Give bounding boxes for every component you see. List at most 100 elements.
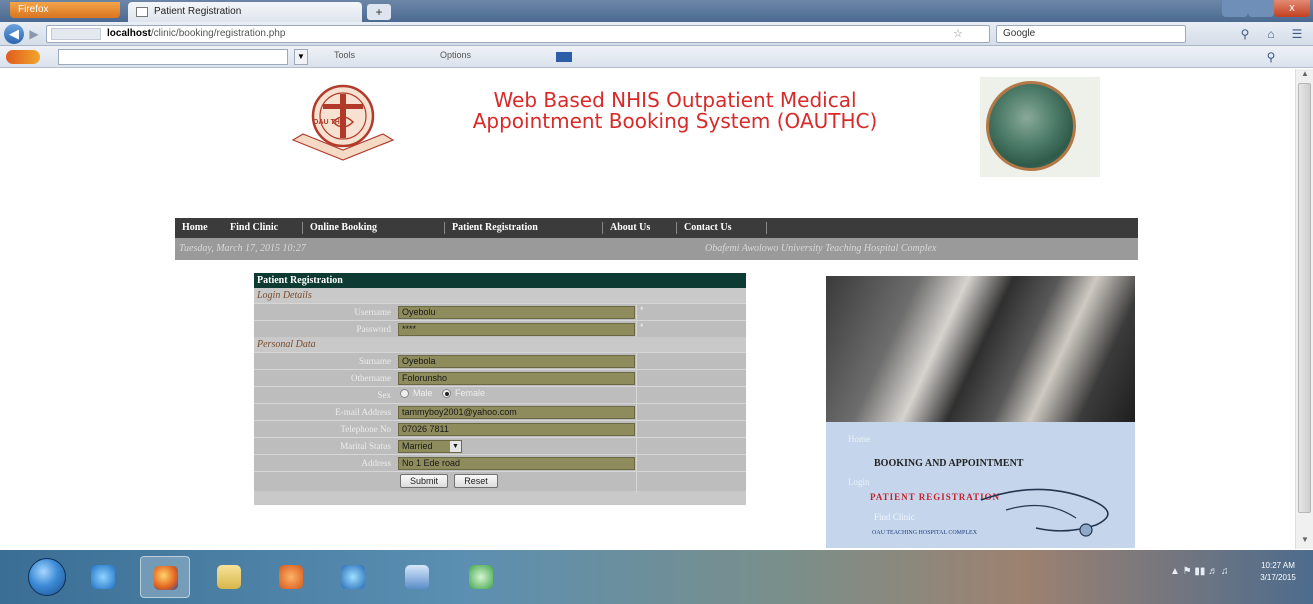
taskbar-paint[interactable] (392, 556, 442, 598)
sex-female-radio[interactable] (442, 389, 451, 398)
bookmark-star-icon[interactable]: ☆ (953, 26, 963, 42)
oauthc-logo: OAU THC (291, 84, 395, 161)
search-icon[interactable]: ⚲ (1236, 25, 1254, 43)
taskbar-ie[interactable] (78, 556, 128, 598)
sex-female-label: Female (455, 388, 486, 398)
scroll-up-icon[interactable]: ▲ (1296, 69, 1313, 81)
window-titlebar: Firefox Patient Registration + x (0, 0, 1313, 22)
browser-icon (341, 565, 365, 589)
surname-field[interactable]: Oyebola (398, 355, 635, 368)
taskbar: ▲ ⚑ ▮▮ ♬ ♫ 10:27 AM 3/17/2015 (0, 550, 1313, 604)
app-icon (469, 565, 493, 589)
menu-patient-registration[interactable]: Patient Registration (445, 218, 545, 238)
form-row: Telephone No 07026 7811 (254, 420, 746, 437)
forward-arrow-icon[interactable]: ▶ (26, 26, 42, 42)
address-field[interactable]: No 1 Ede road (398, 457, 635, 470)
zoom-icon[interactable]: ⚲ (1262, 48, 1280, 66)
phone-label: Telephone No (340, 424, 391, 434)
password-field[interactable]: **** (398, 323, 635, 336)
menu-contact-us[interactable]: Contact Us (677, 218, 739, 238)
firefox-icon (154, 566, 178, 590)
taskbar-firefox[interactable] (140, 556, 190, 598)
form-row: Submit Reset (254, 471, 746, 492)
form-row: Othername Folorunsho (254, 369, 746, 386)
menu-home[interactable]: Home (175, 218, 215, 238)
username-field[interactable]: Oyebolu (398, 306, 635, 319)
form-row: Sex Male Female (254, 386, 746, 403)
addon-dropdown-icon[interactable]: ▼ (294, 49, 308, 65)
form-row: E-mail Address tammyboy2001@yahoo.com (254, 403, 746, 420)
taskbar-chrome[interactable] (456, 556, 506, 598)
surgery-photo (986, 81, 1076, 171)
section-personal-data: Personal Data (254, 337, 746, 352)
sex-label: Sex (377, 390, 392, 400)
sex-male-radio[interactable] (400, 389, 409, 398)
start-button-icon[interactable] (28, 558, 66, 596)
surname-label: Surname (359, 356, 391, 366)
clock-time: 10:27 AM (1261, 561, 1295, 570)
students-photo (826, 276, 1135, 422)
stethoscope-icon (980, 488, 1109, 537)
minimize-button[interactable] (1222, 0, 1248, 17)
required-marker: * (640, 305, 644, 315)
navigation-toolbar: ◀ ▶ localhost/clinic/booking/registratio… (0, 22, 1313, 46)
row-divider (636, 321, 637, 337)
page-icon (136, 7, 148, 17)
reset-button[interactable]: Reset (454, 474, 498, 488)
registration-form: Patient Registration Login Details Usern… (254, 273, 746, 505)
tab-patient-registration[interactable]: Patient Registration (128, 2, 362, 22)
phone-field[interactable]: 07026 7811 (398, 423, 635, 436)
addon-options-label[interactable]: Options (440, 50, 471, 60)
current-date: Tuesday, March 17, 2015 10:27 (179, 243, 306, 254)
site-identity-icon[interactable] (51, 28, 101, 40)
menu-find-clinic[interactable]: Find Clinic (223, 218, 285, 238)
hospital-name: Obafemi Awolowo University Teaching Hosp… (705, 243, 937, 254)
row-divider (636, 353, 637, 369)
row-divider (636, 455, 637, 471)
menu-divider (766, 222, 767, 234)
taskbar-ie-2[interactable] (328, 556, 378, 598)
taskbar-media-player[interactable] (266, 556, 316, 598)
othername-label: Othername (351, 373, 391, 383)
page-title: Web Based NHIS Outpatient Medical Appoin… (472, 88, 878, 133)
close-window-button[interactable]: x (1274, 0, 1310, 17)
media-player-icon (279, 565, 303, 589)
menu-online-booking[interactable]: Online Booking (303, 218, 384, 238)
vertical-scrollbar[interactable]: ▲ ▼ (1295, 69, 1313, 549)
username-label: Username (354, 307, 391, 317)
addon-badge-icon[interactable] (556, 52, 572, 62)
firefox-menu-button[interactable]: Firefox (10, 2, 120, 18)
maximize-button[interactable] (1248, 0, 1274, 17)
scroll-thumb[interactable] (1298, 83, 1311, 513)
addon-logo-icon[interactable] (6, 50, 40, 64)
othername-field[interactable]: Folorunsho (398, 372, 635, 385)
search-box[interactable]: Google (996, 25, 1186, 43)
scroll-down-icon[interactable]: ▼ (1296, 535, 1313, 547)
system-tray[interactable]: ▲ ⚑ ▮▮ ♬ ♫ (1170, 566, 1228, 577)
menu-about-us[interactable]: About Us (603, 218, 657, 238)
form-row: Surname Oyebola (254, 352, 746, 369)
url-bar[interactable]: localhost/clinic/booking/registration.ph… (46, 25, 990, 43)
taskbar-clock[interactable]: 10:27 AM 3/17/2015 (1250, 560, 1306, 584)
tab-title: Patient Registration (154, 6, 242, 17)
panel-link-find-clinic[interactable]: Find Clinic (874, 512, 915, 522)
new-tab-button[interactable]: + (367, 4, 391, 20)
surgery-emblem (980, 77, 1100, 177)
addon-tools-label[interactable]: Tools (334, 50, 355, 60)
form-row: Marital Status Married ▼ (254, 437, 746, 454)
form-header: Patient Registration (254, 273, 746, 288)
panel-link-home[interactable]: Home (848, 434, 870, 444)
url-path: /clinic/booking/registration.php (150, 28, 286, 39)
email-label: E-mail Address (335, 407, 391, 417)
panel-link-login[interactable]: Login (848, 477, 870, 487)
menu-icon[interactable]: ☰ (1288, 25, 1306, 43)
chevron-down-icon[interactable]: ▼ (449, 441, 461, 452)
addon-search-input[interactable] (58, 49, 288, 65)
marital-status-select[interactable]: Married ▼ (398, 440, 462, 453)
taskbar-explorer[interactable] (204, 556, 254, 598)
marital-status-label: Marital Status (340, 441, 391, 451)
back-arrow-icon[interactable]: ◀ (4, 24, 24, 44)
submit-button[interactable]: Submit (400, 474, 448, 488)
email-field[interactable]: tammyboy2001@yahoo.com (398, 406, 635, 419)
home-icon[interactable]: ⌂ (1262, 25, 1280, 43)
